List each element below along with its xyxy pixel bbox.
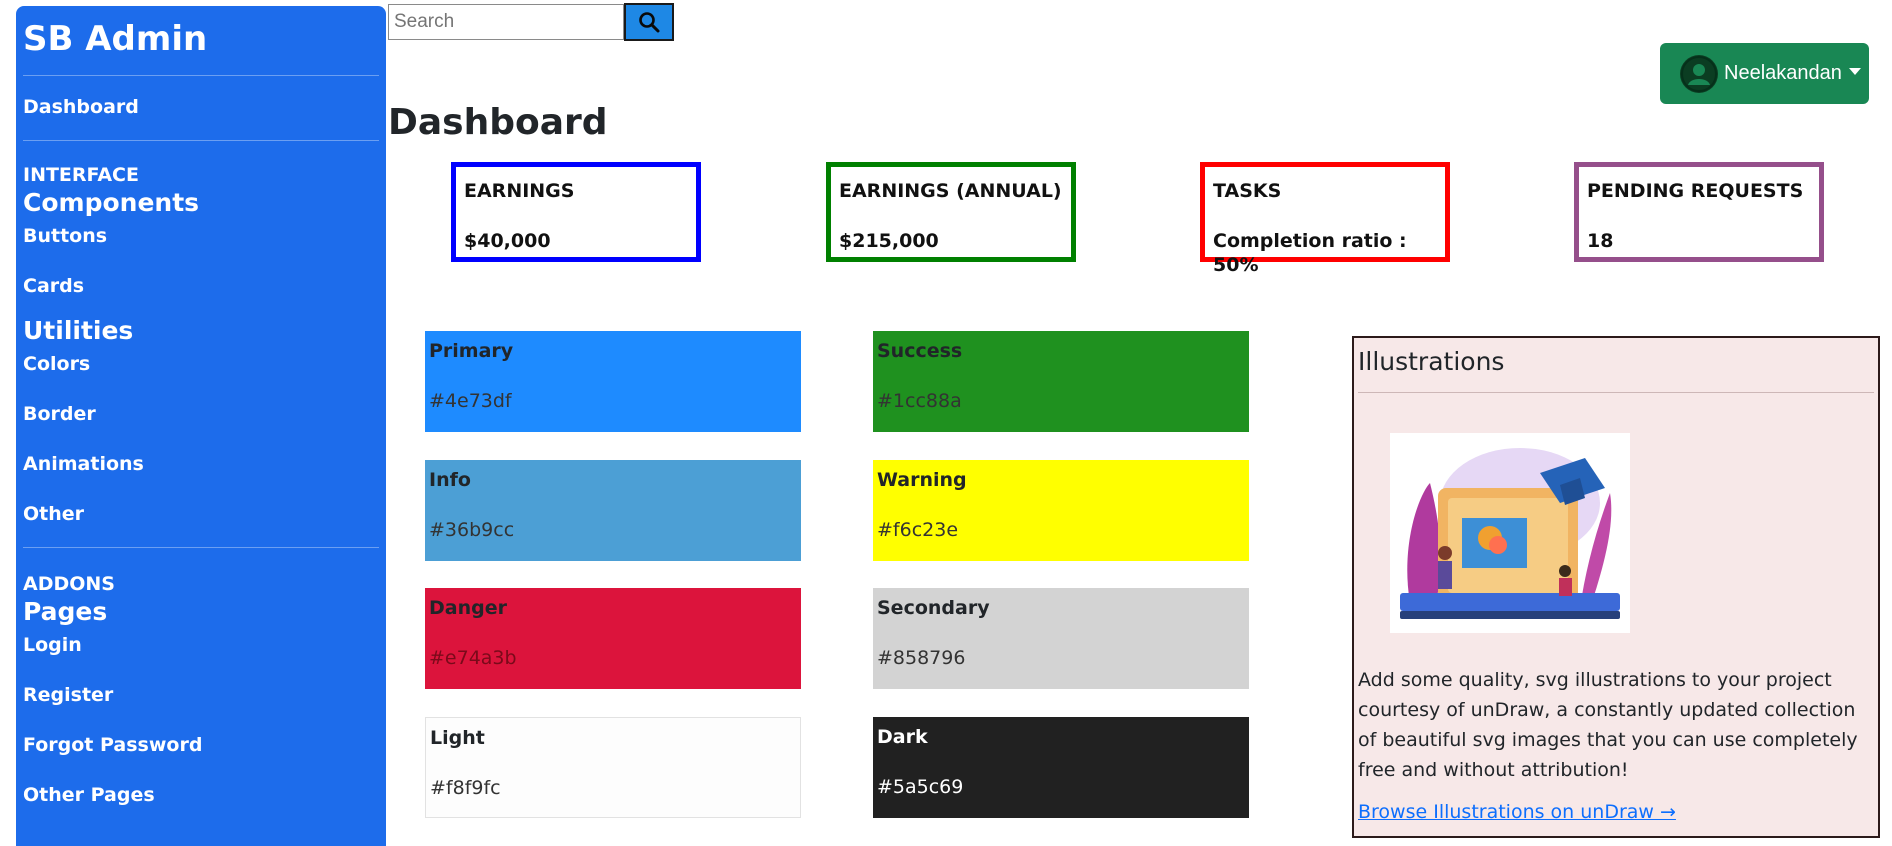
sidebar-item-dashboard[interactable]: Dashboard [23, 96, 379, 118]
stat-card-earnings: EARNINGS $40,000 [451, 162, 701, 262]
color-tile-primary: Primary #4e73df [425, 331, 801, 432]
tile-name: Secondary [877, 597, 990, 619]
stat-label: TASKS [1213, 180, 1282, 202]
color-tile-danger: Danger #e74a3b [425, 588, 801, 689]
tile-hex: #e74a3b [429, 647, 517, 669]
sidebar-divider [23, 140, 379, 141]
tile-hex: #858796 [877, 647, 966, 669]
illustrations-title: Illustrations [1358, 338, 1874, 393]
search-button[interactable] [624, 3, 674, 41]
tile-name: Success [877, 340, 963, 362]
stat-value: Completion ratio : 50% [1213, 230, 1407, 276]
search-icon [639, 12, 660, 33]
stat-label: EARNINGS [464, 180, 575, 202]
color-tile-success: Success #1cc88a [873, 331, 1249, 432]
illustrations-description: Add some quality, svg illustrations to y… [1358, 669, 1858, 781]
search-bar [388, 3, 674, 41]
sidebar-item-forgot-password[interactable]: Forgot Password [23, 732, 379, 758]
illustration-image [1390, 433, 1630, 633]
sidebar-item-register[interactable]: Register [23, 682, 379, 708]
tile-name: Dark [877, 726, 928, 748]
user-avatar-icon [1680, 54, 1718, 93]
tile-hex: #f6c23e [877, 519, 959, 541]
color-tile-warning: Warning #f6c23e [873, 460, 1249, 561]
tile-name: Warning [877, 469, 967, 491]
color-tile-info: Info #36b9cc [425, 460, 801, 561]
tile-hex: #4e73df [429, 390, 512, 412]
sidebar-item-other-pages[interactable]: Other Pages [23, 782, 379, 808]
stat-value: $215,000 [839, 230, 939, 252]
sidebar-item-other[interactable]: Other [23, 501, 379, 527]
tile-name: Light [430, 727, 485, 749]
page-title: Dashboard [388, 102, 608, 143]
tile-name: Danger [429, 597, 507, 619]
stat-value: 18 [1587, 230, 1614, 252]
tile-hex: #36b9cc [429, 519, 515, 541]
sidebar-item-animations[interactable]: Animations [23, 451, 379, 477]
color-tile-secondary: Secondary #858796 [873, 588, 1249, 689]
sidebar-item-login[interactable]: Login [23, 632, 379, 658]
stat-value: $40,000 [464, 230, 551, 252]
tile-hex: #5a5c69 [877, 776, 964, 798]
sidebar-section-pages[interactable]: Pages [23, 596, 379, 628]
tile-name: Info [429, 469, 471, 491]
brand-title[interactable]: SB Admin [23, 14, 379, 76]
tile-hex: #f8f9fc [430, 777, 501, 799]
stat-card-earnings-annual: EARNINGS (ANNUAL) $215,000 [826, 162, 1076, 262]
user-dropdown-button[interactable]: Neelakandan [1660, 43, 1869, 104]
sidebar-item-border[interactable]: Border [23, 401, 379, 427]
sidebar-divider [23, 547, 379, 548]
stat-label: PENDING REQUESTS [1587, 180, 1804, 202]
tile-hex: #1cc88a [877, 390, 962, 412]
illustrations-card: Illustrations Add some quality, svg illu… [1352, 336, 1880, 838]
sidebar-item-cards[interactable]: Cards [23, 273, 379, 299]
sidebar: SB Admin Dashboard INTERFACE Components … [16, 6, 386, 846]
stat-label: EARNINGS (ANNUAL) [839, 180, 1062, 202]
stat-card-pending-requests: PENDING REQUESTS 18 [1574, 162, 1824, 262]
chevron-down-icon [1848, 68, 1861, 75]
color-tile-light: Light #f8f9fc [425, 717, 801, 818]
sidebar-heading-addons: ADDONS [23, 573, 115, 595]
search-input[interactable] [388, 4, 624, 40]
sidebar-item-colors[interactable]: Colors [23, 351, 379, 377]
user-name: Neelakandan [1724, 62, 1842, 84]
browse-illustrations-link[interactable]: Browse Illustrations on unDraw → [1358, 801, 1874, 823]
sidebar-heading-interface: INTERFACE [23, 164, 139, 186]
tile-name: Primary [429, 340, 514, 362]
sidebar-item-buttons[interactable]: Buttons [23, 223, 379, 249]
sidebar-section-components[interactable]: Components [23, 187, 379, 219]
color-tile-dark: Dark #5a5c69 [873, 717, 1249, 818]
sidebar-section-utilities[interactable]: Utilities [23, 313, 379, 349]
stat-card-tasks: TASKS Completion ratio : 50% [1200, 162, 1450, 276]
